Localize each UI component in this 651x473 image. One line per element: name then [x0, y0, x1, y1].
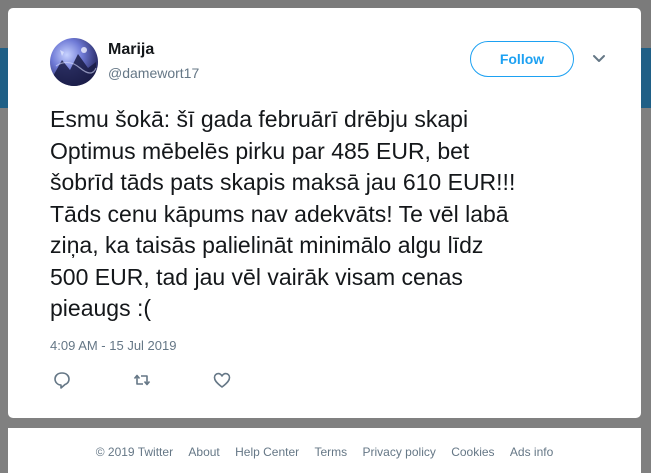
author-name[interactable]: Marija [108, 41, 154, 59]
footer-link-help-center[interactable]: Help Center [235, 445, 299, 459]
page-footer: © 2019 Twitter About Help Center Terms P… [8, 428, 641, 473]
follow-button-label: Follow [499, 51, 545, 67]
like-icon[interactable] [212, 370, 232, 390]
tweet-card: Marija @damewort17 Follow Esmu šokā: šī … [8, 8, 641, 418]
footer-link-terms[interactable]: Terms [314, 445, 347, 459]
footer-link-privacy-policy[interactable]: Privacy policy [363, 445, 436, 459]
footer-copyright: © 2019 Twitter [95, 445, 174, 459]
chevron-down-icon[interactable] [592, 52, 606, 66]
footer-link-about[interactable]: About [188, 445, 219, 459]
reply-icon[interactable] [52, 370, 72, 390]
follow-button[interactable]: Follow [470, 41, 574, 77]
footer-links: © 2019 Twitter About Help Center Terms P… [8, 445, 641, 459]
footer-link-cookies[interactable]: Cookies [451, 445, 494, 459]
tweet-timestamp[interactable]: 4:09 AM - 15 Jul 2019 [50, 338, 176, 353]
retweet-icon[interactable] [132, 370, 152, 390]
author-handle[interactable]: @damewort17 [108, 65, 199, 81]
tweet-text: Esmu šokā: šī gada februārī drēbju skapi… [50, 106, 516, 321]
avatar[interactable] [50, 38, 98, 86]
footer-link-ads-info[interactable]: Ads info [510, 445, 553, 459]
